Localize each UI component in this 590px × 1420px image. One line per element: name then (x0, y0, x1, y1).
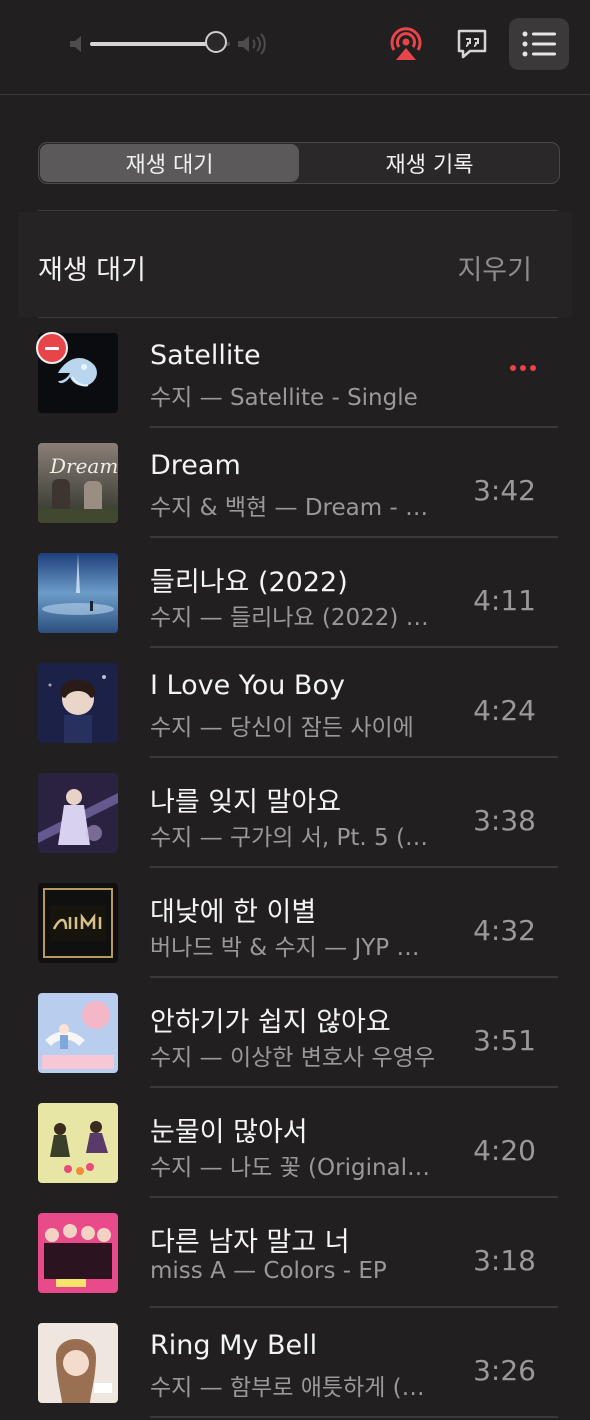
track-duration: 4:20 (473, 1134, 536, 1167)
track-duration: 3:18 (473, 1244, 536, 1277)
queue-list: Satellite 수지 — Satellite - Single Dream … (0, 318, 590, 1418)
album-art: Dream (38, 443, 118, 523)
more-options-button[interactable] (510, 365, 536, 371)
top-toolbar (0, 0, 590, 95)
track-title: 나를 잊지 말아요 (150, 787, 342, 818)
divider (38, 210, 558, 211)
album-art (38, 1103, 118, 1183)
remove-from-queue-button[interactable] (36, 332, 68, 364)
album-art (38, 993, 118, 1073)
queue-row[interactable]: Ring My Bell 수지 — 함부로 애틋하게 (Original) 3:… (0, 1308, 590, 1418)
airplay-button[interactable] (376, 18, 436, 70)
row-divider (150, 1416, 558, 1418)
queue-row[interactable]: 나를 잊지 말아요 수지 — 구가의 서, Pt. 5 (Original) 3… (0, 758, 590, 868)
track-title: Ring My Bell (150, 1330, 318, 1361)
track-duration: 4:32 (473, 914, 536, 947)
queue-history-segmented-control: 재생 대기 재생 기록 (38, 142, 560, 184)
track-title: Dream (150, 450, 241, 481)
queue-row[interactable]: I Love You Boy 수지 — 당신이 잠든 사이에 4:24 (0, 648, 590, 758)
track-title: 들리나요 (2022) (150, 567, 348, 598)
tab-queue[interactable]: 재생 대기 (40, 144, 299, 182)
track-title: 안하기가 쉽지 않아요 (150, 1007, 391, 1038)
volume-slider-fill (90, 42, 216, 46)
lyrics-bubble-icon (457, 29, 487, 59)
tab-history[interactable]: 재생 기록 (300, 143, 559, 183)
track-title: Satellite (150, 340, 261, 371)
track-duration: 3:26 (473, 1354, 536, 1387)
speaker-high-icon (238, 33, 266, 55)
airplay-icon (390, 27, 422, 60)
track-title: 눈물이 많아서 (150, 1117, 308, 1148)
album-art (38, 1323, 118, 1403)
queue-title: 재생 대기 (38, 255, 146, 286)
track-duration: 4:11 (473, 584, 536, 617)
track-subtitle: 수지 & 백현 — Dream - Single (150, 495, 435, 521)
album-art (38, 883, 118, 963)
queue-row[interactable]: 다른 남자 말고 너 miss A — Colors - EP 3:18 (0, 1198, 590, 1308)
track-subtitle: 수지 — 나도 꽃 (Original Soundtrack) (150, 1155, 435, 1181)
track-title: 다른 남자 말고 너 (150, 1227, 350, 1258)
album-art (38, 1213, 118, 1293)
lyrics-button[interactable] (442, 18, 502, 70)
album-art (38, 663, 118, 743)
track-subtitle: 수지 — 당신이 잠든 사이에 (150, 715, 414, 741)
track-subtitle: 수지 — 구가의 서, Pt. 5 (Original) (150, 825, 435, 851)
queue-row[interactable]: 대낮에 한 이별 버나드 박 & 수지 — JYP Nation 4:32 (0, 868, 590, 978)
track-duration: 4:24 (473, 694, 536, 727)
queue-row[interactable]: Dream Dream 수지 & 백현 — Dream - Single 3:4… (0, 428, 590, 538)
track-subtitle: 수지 — 함부로 애틋하게 (Original) (150, 1375, 435, 1401)
svg-text:Dream: Dream (49, 454, 118, 478)
queue-button[interactable] (509, 18, 569, 70)
clear-queue-button[interactable]: 지우기 (457, 248, 532, 287)
track-title: I Love You Boy (150, 670, 345, 701)
album-art (38, 553, 118, 633)
queue-row[interactable]: 안하기가 쉽지 않아요 수지 — 이상한 변호사 우영우 3:51 (0, 978, 590, 1088)
queue-header: 재생 대기 지우기 (18, 212, 572, 317)
queue-row[interactable]: 들리나요 (2022) 수지 — 들리나요 (2022) - Single 4:… (0, 538, 590, 648)
track-title: 대낮에 한 이별 (150, 897, 317, 928)
track-subtitle: 수지 — 들리나요 (2022) - Single (150, 605, 435, 631)
track-subtitle: 수지 — Satellite - Single (150, 385, 418, 411)
queue-list-icon (522, 31, 556, 57)
queue-row[interactable]: 눈물이 많아서 수지 — 나도 꽃 (Original Soundtrack) … (0, 1088, 590, 1198)
volume-slider[interactable] (90, 31, 230, 53)
track-subtitle: 버나드 박 & 수지 — JYP Nation (150, 935, 435, 961)
album-art (38, 773, 118, 853)
volume-slider-knob[interactable] (205, 31, 227, 53)
track-duration: 3:38 (473, 804, 536, 837)
track-subtitle: 수지 — 이상한 변호사 우영우 (150, 1045, 435, 1071)
track-subtitle: miss A — Colors - EP (150, 1258, 387, 1284)
track-duration: 3:42 (473, 474, 536, 507)
queue-row[interactable]: Satellite 수지 — Satellite - Single (0, 318, 590, 428)
track-duration: 3:51 (473, 1024, 536, 1057)
